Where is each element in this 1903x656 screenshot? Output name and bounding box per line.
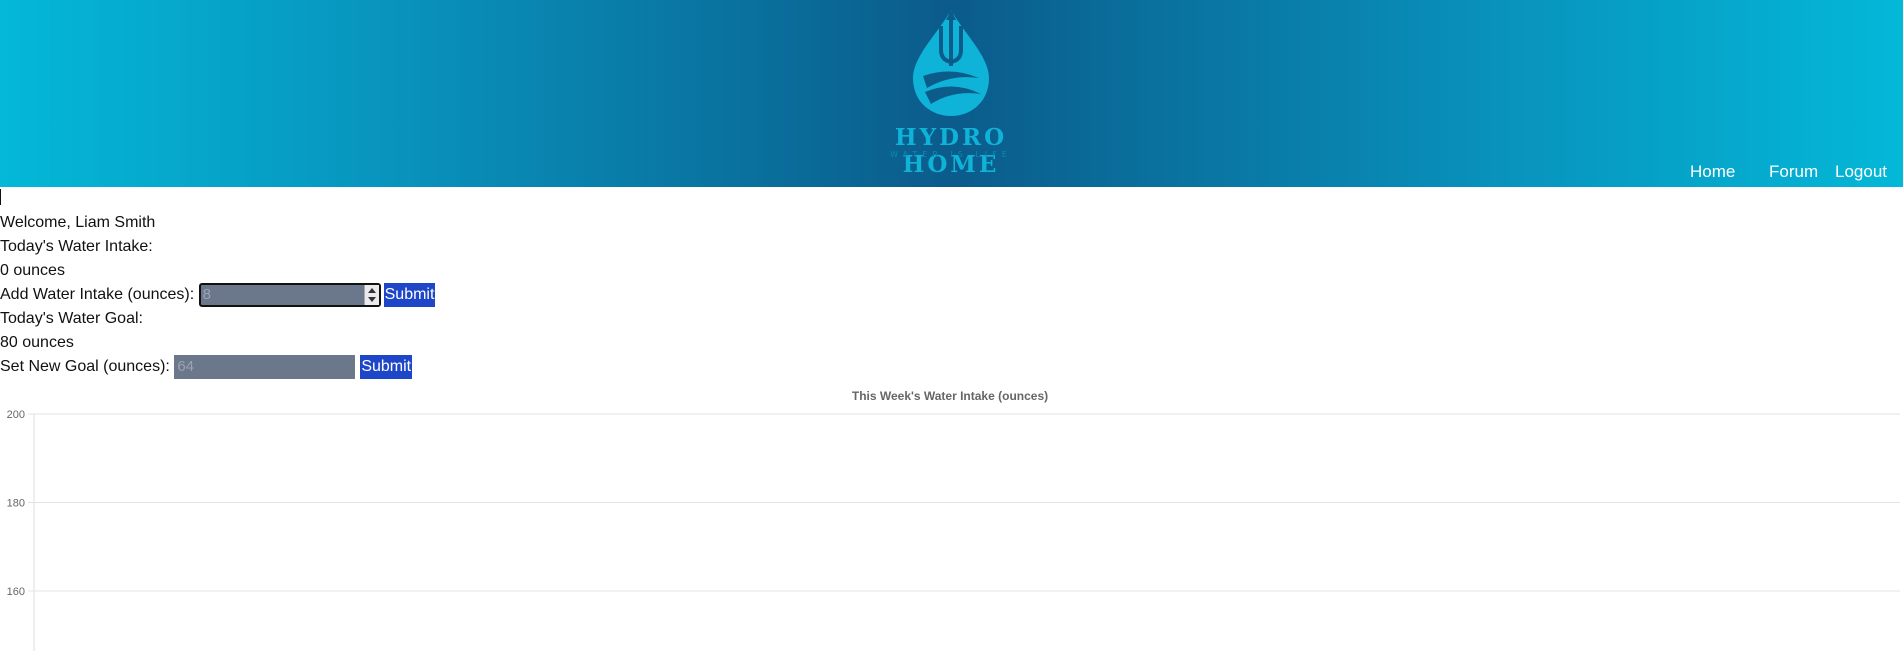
welcome-message: Welcome, Liam Smith [0,214,156,231]
goal-value: 80 ounces [0,334,74,351]
set-goal-row: Set New Goal (ounces): 64 Submit [0,355,1903,379]
goal-label: Today's Water Goal: [0,310,143,327]
add-intake-label: Add Water Intake (ounces): [0,286,195,304]
set-goal-input[interactable]: 64 [174,355,356,379]
set-goal-label: Set New Goal (ounces): [0,358,170,376]
chart-title: This Week's Water Intake (ounces) [852,389,1048,403]
text-caret [0,188,1,205]
dashboard: Welcome, Liam Smith Today's Water Intake… [0,187,1903,379]
water-drop-trident-icon [913,10,989,116]
y-tick-label: 180 [7,498,25,510]
add-intake-submit-button[interactable]: Submit [383,283,436,307]
y-tick-label: 200 [7,409,25,421]
add-intake-placeholder: 8 [202,286,211,303]
brand-tagline: WATER IS LIFE [890,150,1012,159]
site-header: HYDRO HOME WATER IS LIFE Home Forum Logo… [0,0,1903,187]
intake-value: 0 ounces [0,262,65,279]
spinner-arrows-icon[interactable] [363,285,379,305]
intake-label: Today's Water Intake: [0,238,153,255]
set-goal-submit-button[interactable]: Submit [360,355,413,379]
add-intake-input[interactable]: 8 [198,283,381,307]
y-tick-label: 160 [7,586,25,598]
nav-home[interactable]: Home [1690,162,1735,182]
nav-forum[interactable]: Forum [1769,162,1818,182]
logo[interactable]: HYDRO HOME WATER IS LIFE [851,6,1051,178]
add-intake-row: Add Water Intake (ounces): 8 Submit [0,283,1903,307]
nav-logout[interactable]: Logout [1835,162,1887,182]
caret-row [0,187,1903,211]
weekly-intake-chart: This Week's Water Intake (ounces) 200 180… [0,385,1903,651]
chart-svg: This Week's Water Intake (ounces) 200 180… [7,389,1900,651]
